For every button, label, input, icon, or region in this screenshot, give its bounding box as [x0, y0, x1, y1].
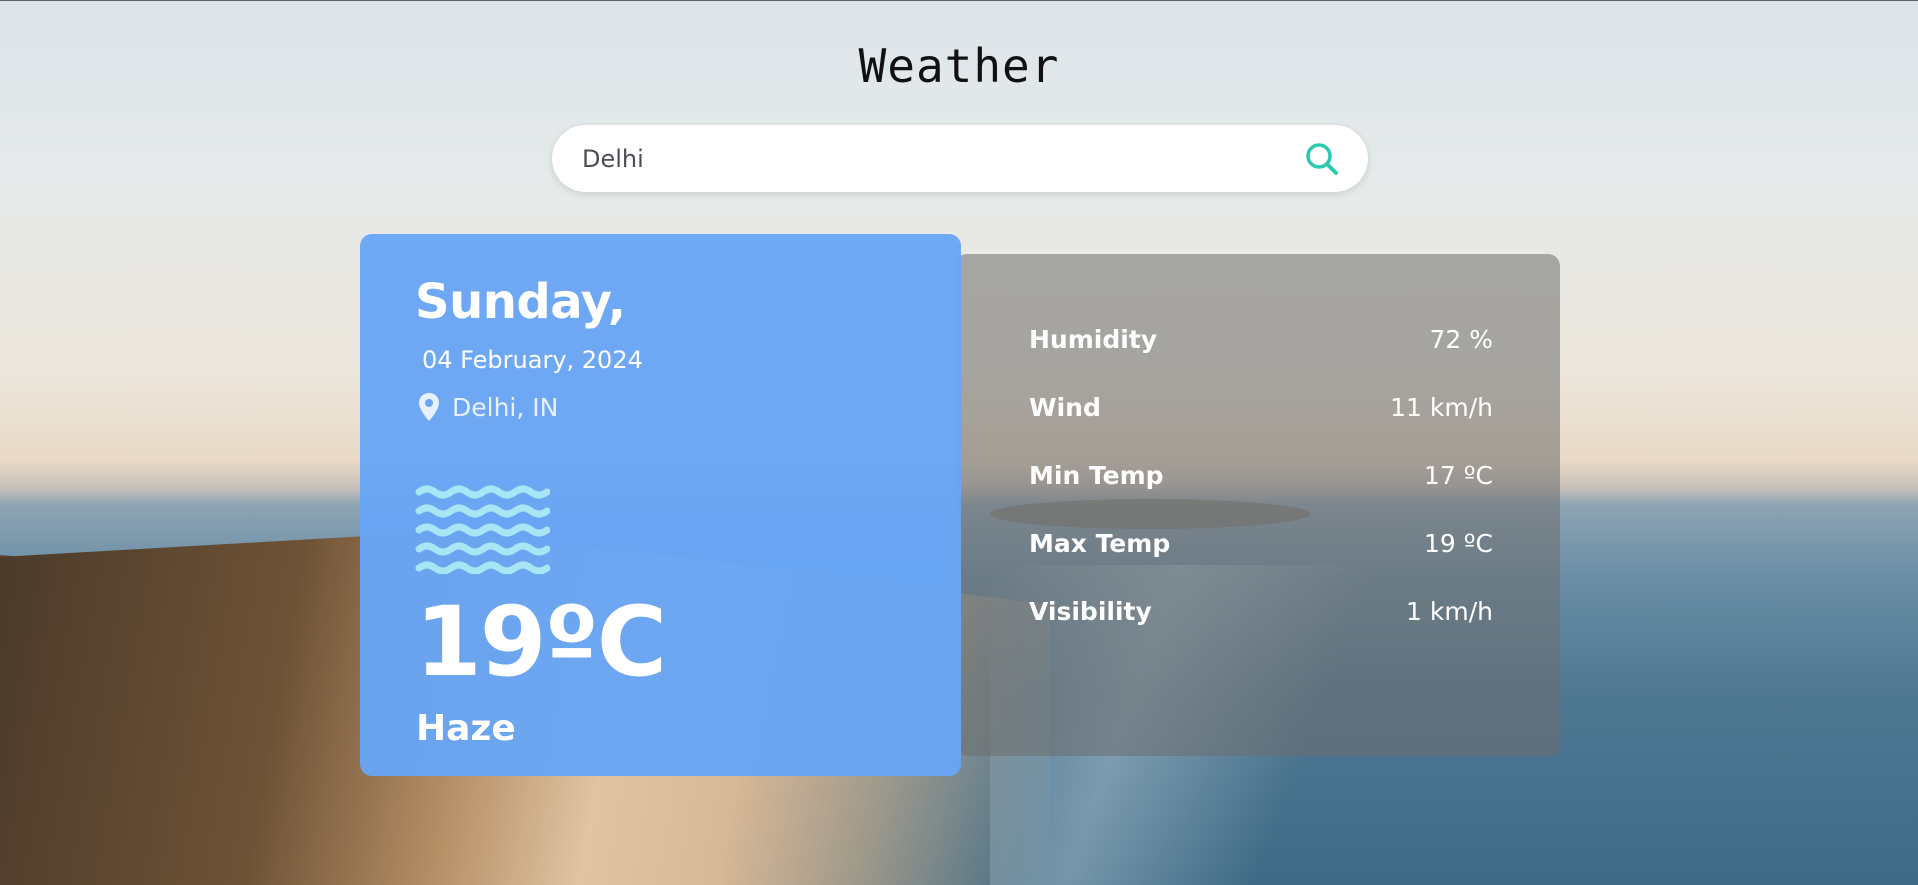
map-pin-icon	[419, 393, 439, 421]
detail-row-humidity: Humidity 72 %	[1029, 325, 1493, 354]
detail-row-min-temp: Min Temp 17 ºC	[1029, 461, 1493, 490]
detail-row-visibility: Visibility 1 km/h	[1029, 597, 1493, 626]
day-name: Sunday,	[415, 274, 626, 330]
detail-value: 17 ºC	[1424, 461, 1493, 490]
detail-value: 1 km/h	[1406, 597, 1493, 626]
condition-text: Haze	[416, 708, 516, 749]
app-title: Weather	[858, 39, 1060, 93]
detail-value: 19 ºC	[1424, 529, 1493, 558]
location-text: Delhi, IN	[452, 392, 559, 422]
temperature: 19ºC	[415, 586, 667, 698]
weather-details-panel: Humidity 72 % Wind 11 km/h Min Temp 17 º…	[955, 254, 1560, 756]
detail-value: 72 %	[1429, 325, 1493, 354]
detail-label: Max Temp	[1029, 529, 1171, 558]
detail-value: 11 km/h	[1390, 393, 1493, 422]
search-button[interactable]	[1300, 137, 1344, 181]
detail-label: Wind	[1029, 393, 1101, 422]
haze-icon	[415, 485, 550, 574]
detail-label: Humidity	[1029, 325, 1158, 354]
search-input[interactable]	[580, 137, 1300, 180]
search-icon	[1306, 142, 1338, 175]
detail-label: Min Temp	[1029, 461, 1164, 490]
detail-label: Visibility	[1029, 597, 1152, 626]
date-text: 04 February, 2024	[422, 346, 643, 374]
location: Delhi, IN	[418, 392, 558, 422]
detail-row-wind: Wind 11 km/h	[1029, 393, 1493, 422]
current-weather-card: Sunday, 04 February, 2024 Delhi, IN 19ºC…	[360, 234, 961, 776]
search-bar	[552, 125, 1368, 192]
detail-row-max-temp: Max Temp 19 ºC	[1029, 529, 1493, 558]
